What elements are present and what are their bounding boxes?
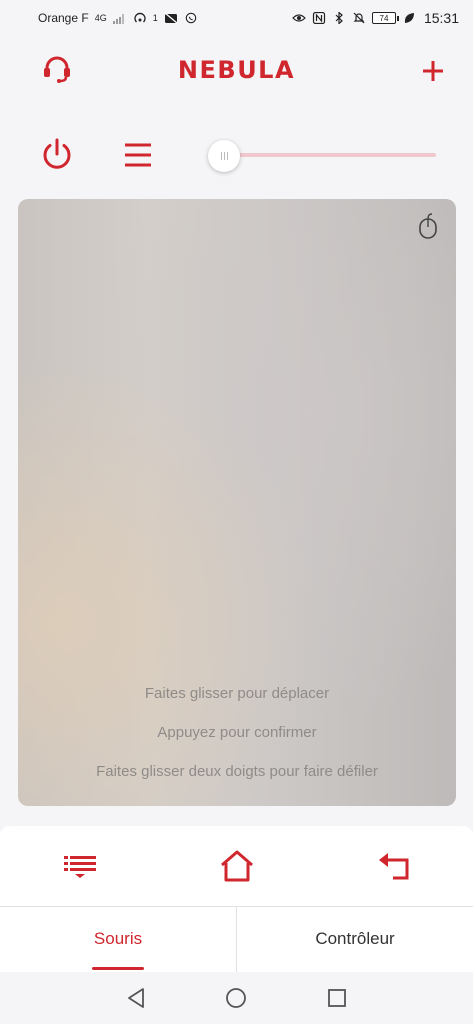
bell-off-icon (353, 12, 365, 24)
nfc-icon (312, 12, 326, 24)
menu-icon (125, 143, 151, 167)
mode-tabs: Souris Contrôleur (0, 906, 473, 972)
list-menu-icon (64, 856, 96, 878)
bluetooth-icon (335, 12, 343, 24)
hint-tap-confirm: Appuyez pour confirmer (157, 724, 317, 741)
hotspot-icon (134, 12, 146, 23)
options-button[interactable] (60, 846, 100, 886)
menu-button[interactable] (120, 138, 156, 172)
hint-drag-move: Faites glisser pour déplacer (144, 685, 330, 702)
network-type: 4G (94, 13, 107, 23)
tab-souris-label: Souris (93, 928, 143, 948)
hint-two-finger-scroll: Faites glisser deux doigts pour faire dé… (96, 763, 378, 780)
battery-level: 74 (379, 13, 389, 23)
hotspot-count: 1 (152, 13, 158, 23)
carrier-label: Orange F (38, 11, 89, 25)
whatsapp-icon (185, 12, 197, 24)
leaf-icon (404, 13, 414, 23)
home-icon (221, 850, 253, 882)
add-button[interactable] (416, 54, 450, 88)
status-bar: Orange F 4G 1 74 15:31 (0, 0, 473, 36)
signal-icon (112, 14, 124, 24)
tab-controleur[interactable]: Contrôleur (236, 907, 473, 972)
navigation-card (0, 826, 473, 906)
clock: 15:31 (423, 10, 459, 26)
system-recents-icon[interactable] (325, 986, 349, 1010)
system-navigation-bar (0, 972, 473, 1024)
eye-icon (292, 14, 306, 22)
slider-track (222, 153, 436, 157)
tab-souris[interactable]: Souris (0, 907, 236, 972)
sensitivity-slider[interactable] (208, 140, 436, 172)
tab-controleur-label: Contrôleur (315, 928, 395, 948)
power-button[interactable] (38, 136, 76, 174)
plus-icon (423, 61, 443, 81)
status-left: Orange F 4G 1 (38, 11, 198, 25)
back-button[interactable] (375, 846, 415, 886)
back-arrow-icon (379, 853, 409, 880)
power-icon (43, 138, 71, 169)
mouse-icon (419, 213, 437, 239)
system-back-icon[interactable] (124, 986, 148, 1010)
app-header: NEBULA (0, 48, 473, 92)
status-right: 74 15:31 (292, 10, 459, 26)
slider-thumb[interactable] (208, 140, 240, 172)
controls-row (0, 132, 473, 176)
brand-logo: NEBULA (177, 56, 296, 84)
active-tab-indicator (92, 967, 144, 970)
camera-off-icon (164, 12, 178, 24)
system-home-icon[interactable] (224, 986, 248, 1010)
home-button[interactable] (217, 846, 257, 886)
touchpad-area[interactable]: Faites glisser pour déplacer Appuyez pou… (18, 199, 456, 806)
battery-indicator: 74 (371, 12, 399, 24)
